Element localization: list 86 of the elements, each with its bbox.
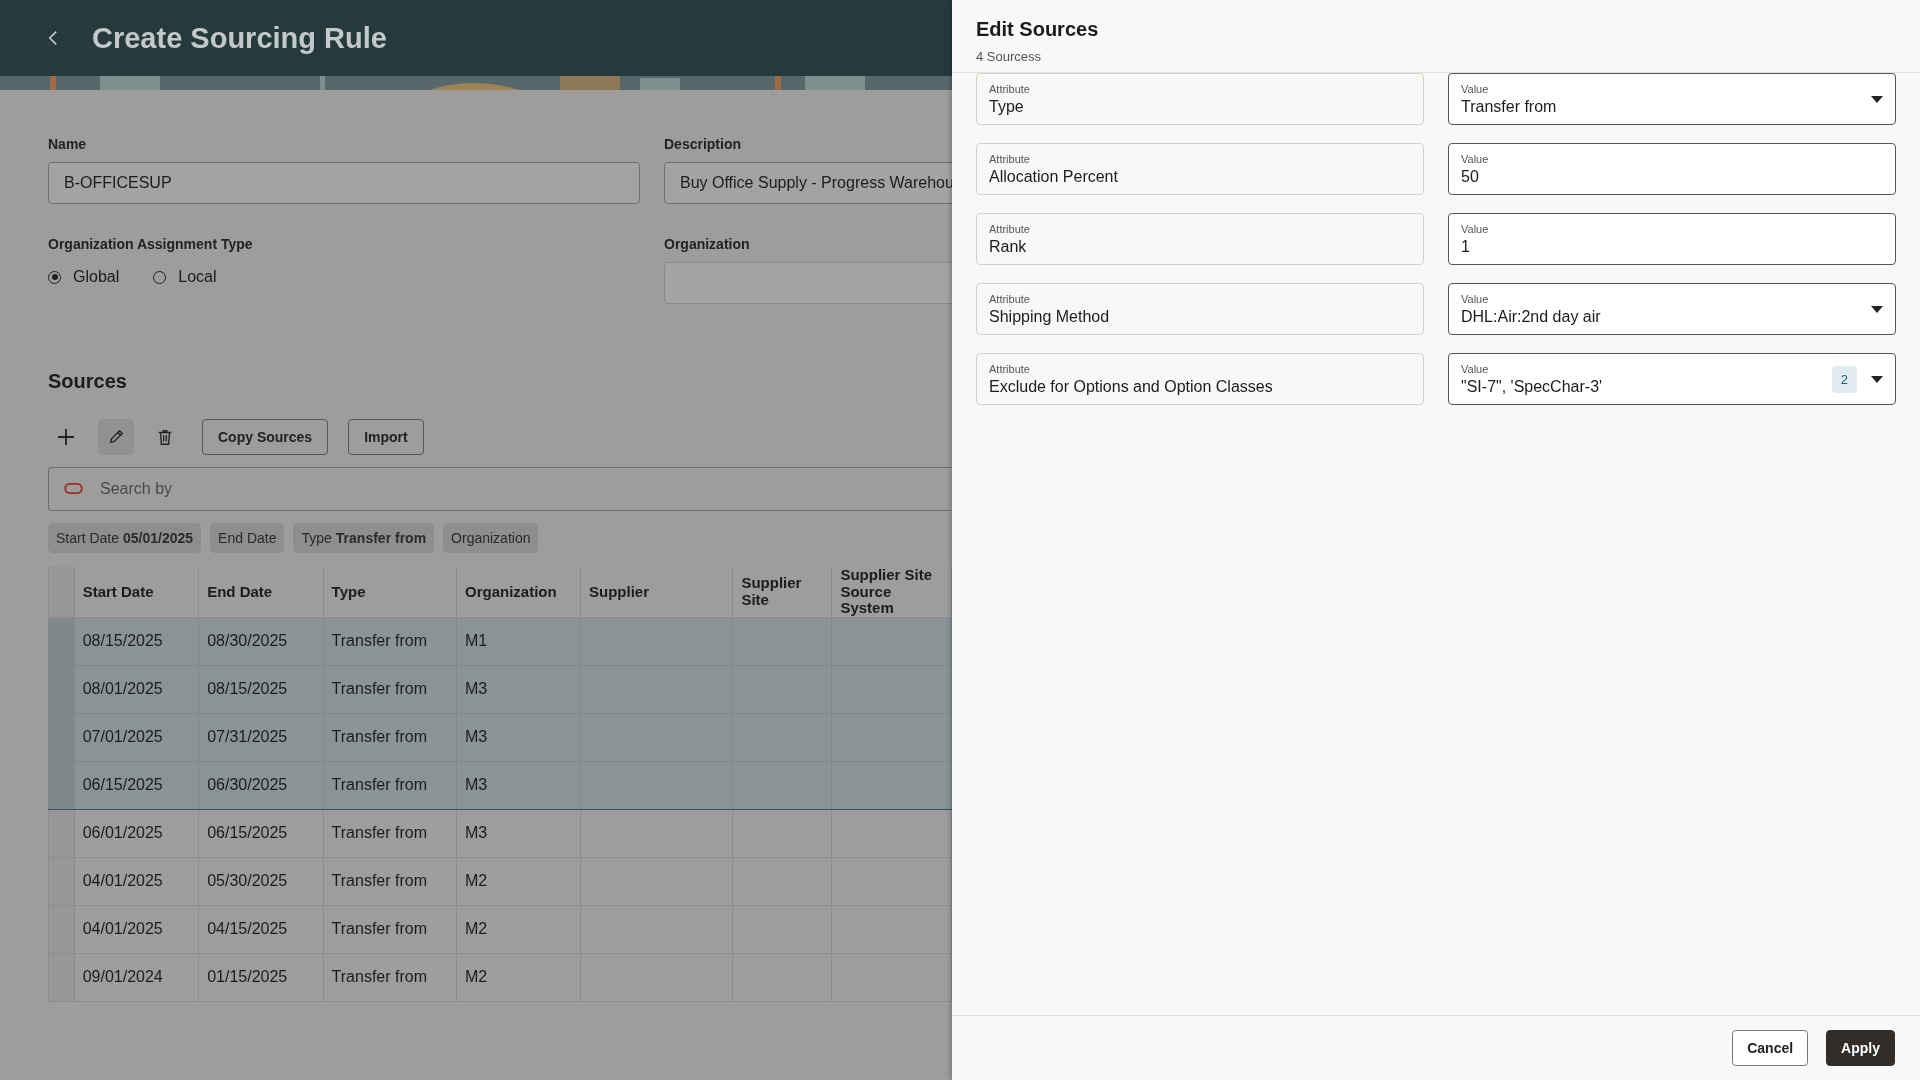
filter-chip[interactable]: Start Date 05/01/2025 bbox=[48, 523, 202, 553]
table-cell: M1 bbox=[465, 632, 488, 649]
value-field[interactable]: Value 50 bbox=[1448, 143, 1896, 195]
table-cell: M3 bbox=[465, 824, 488, 841]
value-field[interactable]: Value 1 bbox=[1448, 213, 1896, 265]
pencil-icon bbox=[107, 428, 125, 446]
column-header[interactable]: End Date bbox=[198, 567, 324, 617]
table-cell: 09/01/2024 bbox=[82, 968, 163, 985]
table-cell: 04/01/2025 bbox=[82, 920, 163, 937]
table-row[interactable]: 07/01/2025 07/31/2025 Transfer from M3 bbox=[48, 713, 952, 761]
table-row[interactable]: 04/01/2025 05/30/2025 Transfer from M2 bbox=[48, 857, 952, 905]
table-row[interactable]: 08/01/2025 08/15/2025 Transfer from M3 bbox=[48, 665, 952, 713]
edit-button[interactable] bbox=[98, 419, 134, 455]
table-row[interactable]: 06/15/2025 06/30/2025 Transfer from M3 bbox=[48, 761, 952, 809]
field-label: Organization bbox=[664, 236, 751, 252]
attribute-field: Attribute Shipping Method bbox=[976, 283, 1424, 335]
filter-chip[interactable]: Type Transfer from bbox=[293, 523, 435, 553]
caret-icon[interactable] bbox=[1871, 375, 1883, 383]
value-field[interactable]: Value "SI-7", 'SpecChar-3' 2 bbox=[1448, 353, 1896, 405]
column-header[interactable]: Organization bbox=[456, 567, 581, 617]
table-cell: Transfer from bbox=[331, 872, 427, 889]
caret-icon[interactable] bbox=[1871, 95, 1883, 103]
table-cell: 06/01/2025 bbox=[82, 824, 163, 841]
page-title: Create Sourcing Rule bbox=[92, 21, 387, 55]
column-header[interactable]: Start Date bbox=[74, 567, 199, 617]
search-icon bbox=[64, 483, 83, 494]
description-field[interactable]: Buy Office Supply - Progress Warehou bbox=[664, 162, 952, 204]
caret-icon[interactable] bbox=[1871, 305, 1883, 313]
table-cell: M2 bbox=[465, 968, 488, 985]
toolbar-button[interactable]: Copy Sources bbox=[202, 419, 329, 455]
table-cell: 08/30/2025 bbox=[207, 632, 288, 649]
table-cell: 08/01/2025 bbox=[82, 680, 163, 697]
radio-option[interactable]: Local bbox=[153, 268, 217, 286]
table-cell: 07/01/2025 bbox=[82, 728, 163, 745]
table-cell: M2 bbox=[465, 872, 488, 889]
toolbar-button[interactable]: Import bbox=[348, 419, 424, 455]
panel-subtitle: 4 Sourcess bbox=[976, 49, 1043, 64]
table-cell: Transfer from bbox=[331, 776, 427, 793]
attribute-field: Attribute Exclude for Options and Option Classes bbox=[976, 353, 1424, 405]
panel-title: Edit Sources bbox=[976, 18, 1100, 41]
attribute-field: Attribute Rank bbox=[976, 213, 1424, 265]
table-cell: 04/01/2025 bbox=[82, 872, 163, 889]
table-cell: 01/15/2025 bbox=[207, 968, 288, 985]
table-cell: Transfer from bbox=[331, 920, 427, 937]
field-label: Organization Assignment Type bbox=[48, 236, 254, 252]
table-row[interactable]: 04/01/2025 04/15/2025 Transfer from M2 bbox=[48, 905, 952, 953]
table-cell: 06/15/2025 bbox=[82, 776, 163, 793]
column-header[interactable]: Supplier Site Source System bbox=[831, 567, 952, 617]
table-cell: 05/30/2025 bbox=[207, 872, 288, 889]
count-badge: 2 bbox=[1831, 365, 1857, 393]
table-cell: Transfer from bbox=[331, 728, 427, 745]
table-cell: 06/15/2025 bbox=[207, 824, 288, 841]
table-row[interactable]: 06/01/2025 06/15/2025 Transfer from M3 bbox=[48, 809, 952, 857]
table-cell: M3 bbox=[465, 776, 488, 793]
value-field[interactable]: Value DHL:Air:2nd day air bbox=[1448, 283, 1896, 335]
table-cell: M3 bbox=[465, 728, 488, 745]
table-cell: M3 bbox=[465, 680, 488, 697]
table-row[interactable]: 09/01/2024 01/15/2025 Transfer from M2 bbox=[48, 953, 952, 1001]
radio-option[interactable]: Global bbox=[48, 268, 120, 286]
column-header[interactable]: Supplier Site bbox=[732, 567, 832, 617]
table-cell: Transfer from bbox=[331, 680, 427, 697]
table-cell: M2 bbox=[465, 920, 488, 937]
table-cell: 08/15/2025 bbox=[207, 680, 288, 697]
value-field[interactable]: Value Transfer from bbox=[1448, 73, 1896, 125]
table-cell: Transfer from bbox=[331, 632, 427, 649]
table-cell: 06/30/2025 bbox=[207, 776, 288, 793]
table-cell: 08/15/2025 bbox=[82, 632, 163, 649]
section-title: Sources bbox=[48, 370, 128, 393]
field-label: Description bbox=[664, 136, 742, 152]
table-row[interactable]: 08/15/2025 08/30/2025 Transfer from M1 bbox=[48, 617, 952, 665]
attribute-field: Attribute Type bbox=[976, 73, 1424, 125]
search-field[interactable]: Search by bbox=[48, 467, 952, 511]
back-icon[interactable] bbox=[48, 30, 58, 46]
table-cell: 07/31/2025 bbox=[207, 728, 288, 745]
column-header[interactable]: Supplier bbox=[580, 567, 733, 617]
footer-button[interactable]: Cancel bbox=[1732, 1030, 1809, 1066]
name-field[interactable]: B-OFFICESUP bbox=[48, 162, 640, 204]
filter-chip[interactable]: End Date bbox=[210, 523, 285, 553]
table-cell: 04/15/2025 bbox=[207, 920, 288, 937]
table-cell: Transfer from bbox=[331, 824, 427, 841]
table-cell: Transfer from bbox=[331, 968, 427, 985]
column-header[interactable]: Type bbox=[323, 567, 457, 617]
field-label: Name bbox=[48, 136, 88, 152]
attribute-field: Attribute Allocation Percent bbox=[976, 143, 1424, 195]
footer-button[interactable]: Apply bbox=[1826, 1030, 1895, 1066]
filter-chip[interactable]: Organization bbox=[443, 523, 539, 553]
